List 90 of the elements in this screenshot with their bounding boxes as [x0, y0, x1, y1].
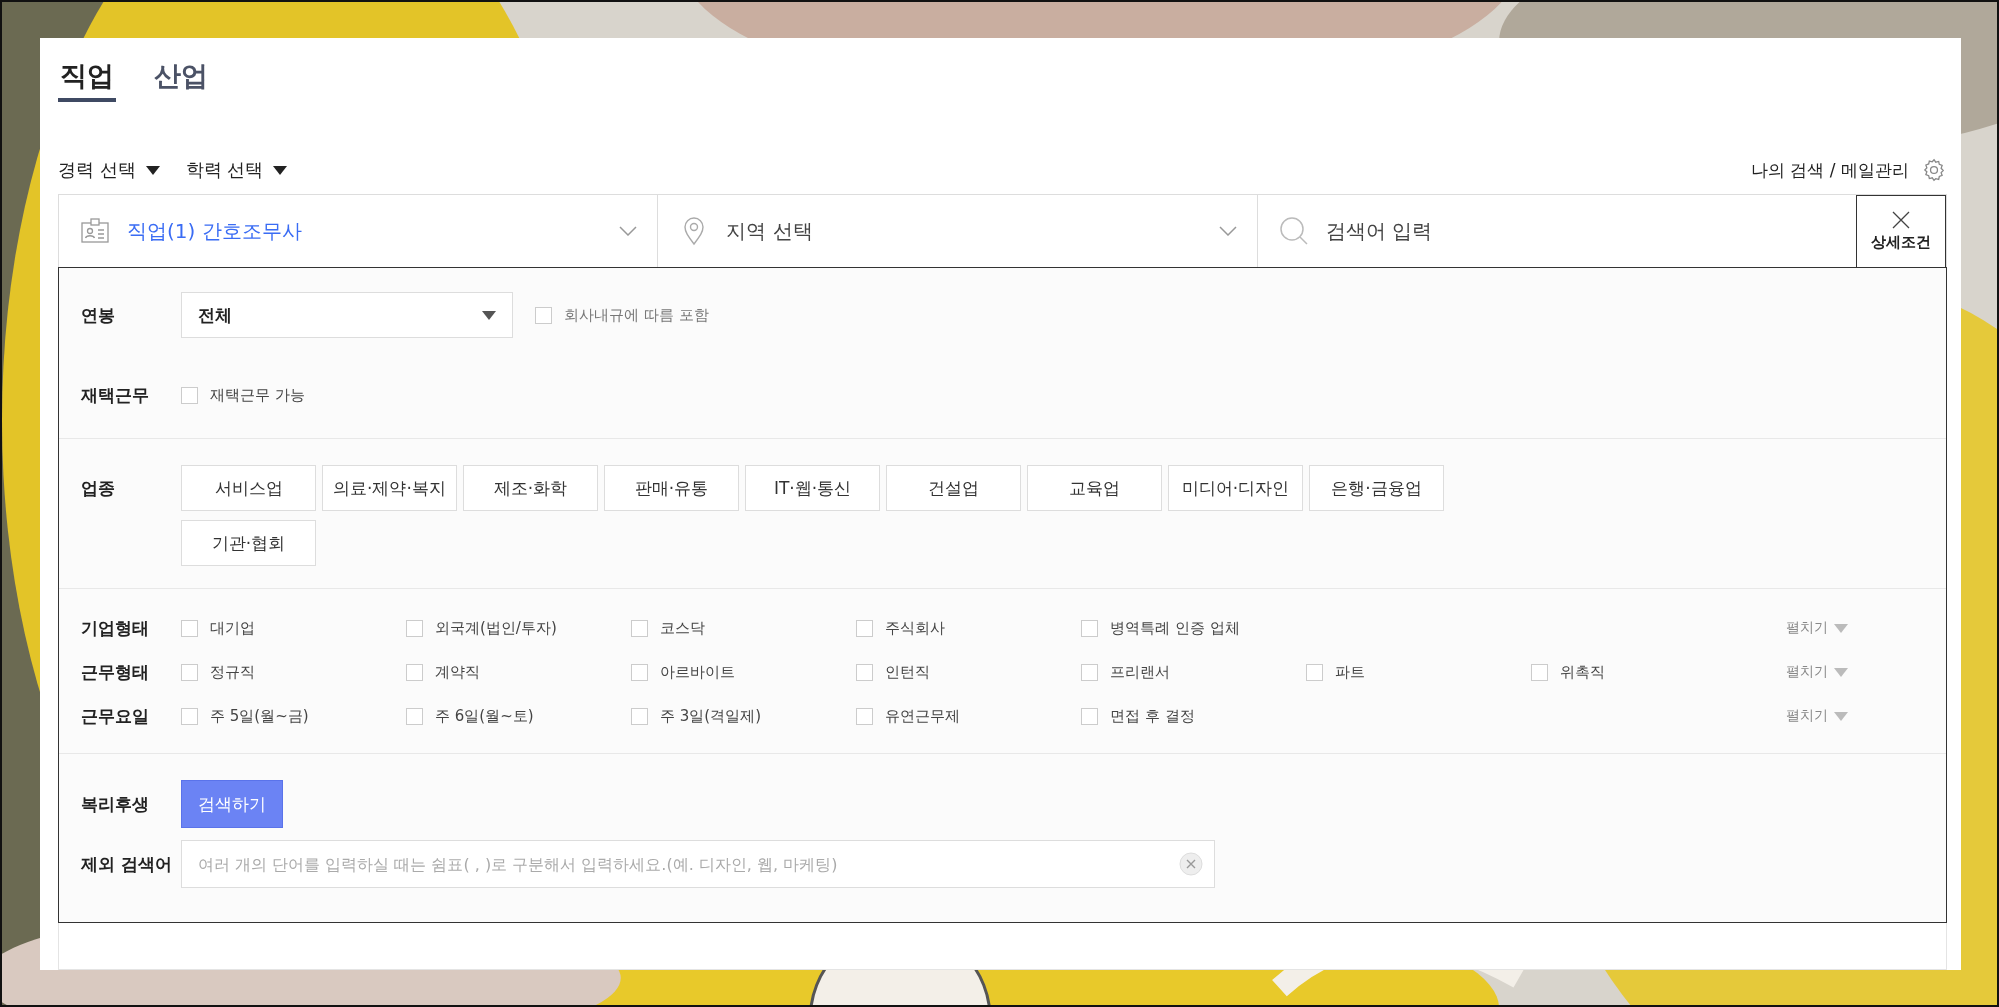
my-search-link[interactable]: 나의 검색 / 메일관리	[1751, 158, 1909, 182]
filter-dropdown[interactable]: 학력 선택	[185, 158, 288, 182]
checkbox[interactable]: 파트	[1306, 662, 1531, 682]
field-label: 근무요일	[81, 704, 150, 728]
field-label: 연봉	[81, 303, 116, 327]
checkbox[interactable]: 아르바이트	[631, 662, 856, 682]
clear-icon[interactable]	[1179, 852, 1203, 876]
industry-option[interactable]: 미디어·디자인	[1168, 465, 1303, 511]
field-label: 복리후생	[81, 792, 150, 816]
settings-icon[interactable]	[1921, 157, 1947, 183]
checkbox-label: 재택근무 가능	[210, 385, 305, 405]
salary-dropdown[interactable]: 전체	[181, 292, 513, 338]
checkbox[interactable]: 인턴직	[856, 662, 1081, 682]
checkbox-label: 유연근무제	[885, 706, 960, 726]
checkbox[interactable]: 회사내규에 따름 포함	[535, 305, 709, 325]
industry-option[interactable]: 서비스업	[181, 465, 316, 511]
checkbox-box[interactable]	[856, 663, 873, 681]
checkbox-box[interactable]	[181, 619, 198, 637]
checkbox-box[interactable]	[1531, 663, 1548, 681]
exclude-keyword-field[interactable]: 여러 개의 단어를 입력하실 때는 쉼표( , )로 구분해서 입력하세요.(예. 디자인, 웹, 마케팅)	[181, 840, 1215, 888]
checkbox-label: 정규직	[210, 662, 255, 682]
industry-option[interactable]: 건설업	[886, 465, 1021, 511]
checkbox[interactable]: 주 5일(월~금)	[181, 706, 406, 726]
checkbox-label: 주 5일(월~금)	[210, 706, 309, 726]
checkbox-label: 병역특례 인증 업체	[1110, 618, 1240, 638]
industry-option[interactable]: 기관·협회	[181, 520, 316, 566]
checkbox-label: 대기업	[210, 618, 255, 638]
field-label: 재택근무	[81, 383, 150, 407]
checkbox[interactable]: 면접 후 결정	[1081, 706, 1306, 726]
field-label: 업종	[81, 477, 116, 500]
checkbox-box[interactable]	[856, 619, 873, 637]
checkbox-label: 주식회사	[885, 618, 945, 638]
checkbox-label: 외국계(법인/투자)	[435, 618, 557, 638]
checkbox[interactable]: 외국계(법인/투자)	[406, 618, 631, 638]
checkbox-box[interactable]	[631, 619, 648, 637]
checkbox-label: 코스닥	[660, 618, 705, 638]
checkbox-label: 파트	[1335, 662, 1365, 682]
checkbox-box[interactable]	[631, 663, 648, 681]
checkbox-box[interactable]	[406, 663, 423, 681]
industry-option[interactable]: 판매·유통	[604, 465, 739, 511]
checkbox-box[interactable]	[406, 707, 423, 725]
checkbox-box[interactable]	[856, 707, 873, 725]
checkbox[interactable]: 계약직	[406, 662, 631, 682]
checkbox-box[interactable]	[631, 707, 648, 725]
filter-dropdown[interactable]: 경력 선택	[58, 158, 160, 182]
tab[interactable]: 직업	[58, 48, 116, 102]
checkbox-box[interactable]	[181, 663, 198, 681]
checkbox-label: 프리랜서	[1110, 662, 1170, 682]
checkbox-box[interactable]	[1081, 707, 1098, 725]
checkbox-label: 주 6일(월~토)	[435, 706, 534, 726]
checkbox-box[interactable]	[1306, 663, 1323, 681]
field-label: 기업형태	[81, 616, 150, 640]
checkbox-box[interactable]	[535, 306, 552, 324]
checkbox-box[interactable]	[1081, 663, 1098, 681]
field-label: 제외 검색어	[81, 852, 173, 876]
checkbox[interactable]: 주 6일(월~토)	[406, 706, 631, 726]
industry-option[interactable]: 제조·화학	[463, 465, 598, 511]
caret-icon	[482, 310, 496, 320]
checkbox-label: 인턴직	[885, 662, 930, 682]
caret-icon	[1834, 667, 1848, 677]
checkbox-box[interactable]	[1081, 619, 1098, 637]
checkbox-label: 주 3일(격일제)	[660, 706, 761, 726]
industry-option[interactable]: 의료·제약·복지	[322, 465, 457, 511]
checkbox-label: 회사내규에 따름 포함	[564, 305, 709, 325]
checkbox-label: 면접 후 결정	[1110, 706, 1195, 726]
field-label: 근무형태	[81, 660, 150, 684]
industry-option[interactable]: IT·웹·통신	[745, 465, 880, 511]
checkbox[interactable]: 주 3일(격일제)	[631, 706, 856, 726]
caret-icon	[1834, 711, 1848, 721]
caret-icon	[1834, 623, 1848, 633]
checkbox[interactable]: 프리랜서	[1081, 662, 1306, 682]
checkbox[interactable]: 병역특례 인증 업체	[1081, 618, 1306, 638]
industry-option[interactable]: 교육업	[1027, 465, 1162, 511]
checkbox-box[interactable]	[181, 386, 198, 404]
caret-icon	[145, 165, 160, 175]
checkbox[interactable]: 유연근무제	[856, 706, 1081, 726]
checkbox[interactable]: 위촉직	[1531, 662, 1756, 682]
checkbox-box[interactable]	[181, 707, 198, 725]
checkbox-label: 아르바이트	[660, 662, 735, 682]
checkbox-label: 위촉직	[1560, 662, 1605, 682]
checkbox-box[interactable]	[406, 619, 423, 637]
checkbox[interactable]: 주식회사	[856, 618, 1081, 638]
caret-icon	[273, 165, 288, 175]
checkbox[interactable]: 코스닥	[631, 618, 856, 638]
checkbox[interactable]: 정규직	[181, 662, 406, 682]
checkbox-label: 계약직	[435, 662, 480, 682]
checkbox[interactable]: 대기업	[181, 618, 406, 638]
tab[interactable]: 산업	[152, 48, 210, 102]
checkbox[interactable]: 재택근무 가능	[181, 385, 305, 405]
industry-option[interactable]: 은행·금융업	[1309, 465, 1444, 511]
